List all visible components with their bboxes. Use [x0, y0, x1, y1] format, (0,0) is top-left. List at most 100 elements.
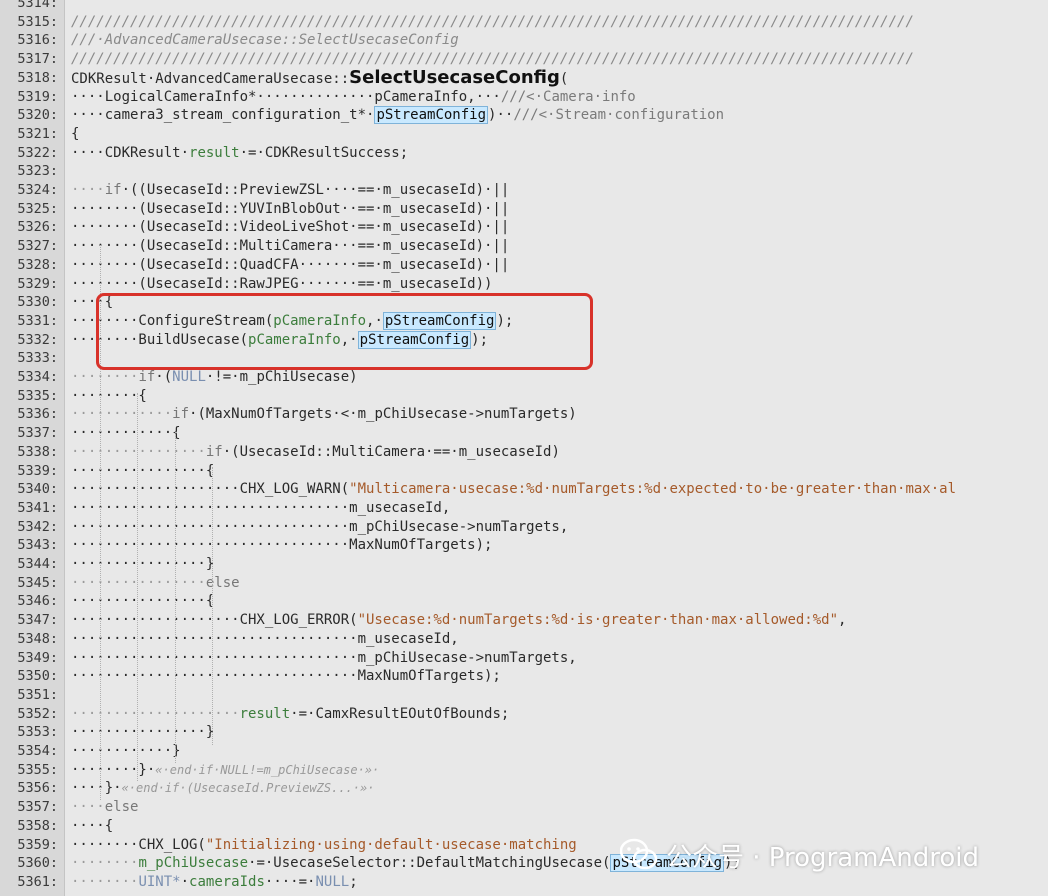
code-line[interactable]: 5341: ·································m_… — [0, 499, 1048, 518]
code-text: ·································MaxNumO… — [71, 536, 492, 555]
line-number: 5350: — [17, 668, 58, 685]
code-line[interactable]: 5361: ········UINT*·cameraIds····=·NULL; — [0, 873, 1048, 892]
code-token: ···················· — [71, 705, 240, 722]
code-line[interactable]: 5328: ········(UsecaseId::QuadCFA·······=… — [0, 256, 1048, 275]
code-text: ········UINT*·cameraIds····=·NULL; — [71, 873, 358, 892]
code-token: ········ConfigureStream( — [71, 312, 274, 329]
line-number: 5322: — [17, 144, 58, 161]
code-line[interactable]: 5357: ····else — [0, 798, 1048, 817]
code-line[interactable]: 5326: ········(UsecaseId::VideoLiveShot·=… — [0, 218, 1048, 237]
code-line[interactable]: 5343: ·································Ma… — [0, 536, 1048, 555]
code-token: ········ — [71, 873, 139, 890]
line-number: 5352: — [17, 705, 58, 722]
code-line[interactable]: 5347: ····················CHX_LOG_ERROR("… — [0, 611, 1048, 630]
code-line[interactable]: 5358: ····{ — [0, 817, 1048, 836]
line-number: 5344: — [17, 556, 58, 572]
code-token: else — [205, 574, 240, 591]
code-line[interactable]: 5337: ············{ — [0, 424, 1048, 443]
code-editor[interactable]: 5314: 5315: //////////////////////////////… — [0, 0, 1048, 896]
code-token: ····}· — [71, 780, 122, 797]
code-line[interactable]: 5348: ··································m… — [0, 630, 1048, 649]
code-token: if — [138, 369, 156, 385]
code-line[interactable]: 5353: ················} — [0, 723, 1048, 742]
code-line[interactable]: 5340: ····················CHX_LOG_WARN("M… — [0, 480, 1048, 499]
line-number: 5343: — [17, 537, 58, 554]
code-text: ················{ — [71, 592, 214, 611]
code-token: ·································MaxNumO… — [71, 537, 493, 554]
line-number: 5349: — [17, 649, 58, 666]
code-text: ····camera3_stream_configuration_t*· pStr… — [71, 106, 724, 125]
code-token: ········CHX_LOG( — [71, 836, 206, 853]
code-token: ·=·CamxResultEOutOfBounds; — [290, 705, 510, 722]
code-line[interactable]: 5346: ················{ — [0, 592, 1048, 611]
code-token: if — [205, 443, 223, 460]
code-line[interactable]: 5335: ········{ — [0, 387, 1048, 406]
line-number: 5334: — [17, 369, 58, 385]
code-line[interactable]: 5338: ················if·(UsecaseId::Mult… — [0, 443, 1048, 462]
code-line[interactable]: 5320: ····camera3_stream_configuration_t*… — [0, 106, 1048, 125]
code-token: ·(MaxNumOfTargets·<·m_pChiUsecase->numTa… — [189, 406, 577, 423]
code-line[interactable]: 5323: — [0, 162, 1048, 181]
watermark: 公众号 · ProgramAndroid — [619, 835, 979, 875]
code-line[interactable]: 5342: ·································m_… — [0, 518, 1048, 537]
code-text: ····{ — [71, 293, 113, 312]
indent-guide — [175, 430, 176, 763]
code-line[interactable]: 5344: ················} — [0, 555, 1048, 574]
code-line[interactable]: 5345: ················else — [0, 574, 1048, 593]
code-line[interactable]: 5315: ///////////////////////////////////… — [0, 13, 1048, 32]
code-token: NULL — [315, 873, 350, 890]
code-token: ////////////////////////////////////////… — [71, 51, 914, 68]
code-line[interactable]: 5354: ············} — [0, 742, 1048, 761]
code-token: ( — [559, 70, 569, 87]
code-line[interactable]: 5318: CDKResult·AdvancedCameraUsecase::Se… — [0, 66, 1048, 88]
code-line[interactable]: 5356: ····}·«·end·if·(UsecaseId.PreviewZS… — [0, 779, 1048, 798]
code-token: ///<·Camera·info — [500, 88, 636, 105]
code-line[interactable]: 5321: { — [0, 125, 1048, 144]
code-text: ················if·(UsecaseId::MultiCame… — [71, 443, 560, 462]
code-token: ··································m_pChi… — [71, 649, 577, 666]
code-token: ·(UsecaseId::MultiCamera·==·m_usecaseId) — [222, 443, 560, 460]
code-token: ··································m_usec… — [71, 630, 459, 647]
code-line[interactable]: 5351: — [0, 686, 1048, 705]
code-line[interactable]: 5355: ········}·«·end·if·NULL!=m_pChiUsec… — [0, 761, 1048, 780]
code-line[interactable]: 5316: ///·AdvancedCameraUsecase::SelectUs… — [0, 31, 1048, 50]
code-line[interactable]: 5319: ····LogicalCameraInfo*·············… — [0, 88, 1048, 107]
code-token: · — [180, 873, 190, 890]
wechat-logo-icon — [619, 838, 658, 872]
code-line[interactable]: 5349: ··································m… — [0, 649, 1048, 668]
code-line[interactable]: 5329: ········(UsecaseId::RawJPEG·······=… — [0, 275, 1048, 294]
code-token: UINT* — [138, 873, 181, 890]
code-line[interactable]: 5327: ········(UsecaseId::MultiCamera···=… — [0, 237, 1048, 256]
line-number: 5331: — [17, 312, 58, 329]
code-text: ///·AdvancedCameraUsecase::SelectUsecase… — [71, 31, 459, 50]
code-line[interactable]: 5334: ········if·(NULL·!=·m_pChiUsecase) — [0, 368, 1048, 387]
indent-guide — [137, 393, 138, 781]
code-line[interactable]: 5350: ··································M… — [0, 667, 1048, 686]
line-number: 5328: — [17, 256, 58, 273]
code-token: pStreamConfig — [374, 106, 489, 125]
code-token: ········(UsecaseId::MultiCamera···==·m_u… — [71, 238, 510, 255]
code-line[interactable]: 5352: ····················result·=·CamxRe… — [0, 705, 1048, 724]
code-line[interactable]: 5339: ················{ — [0, 462, 1048, 481]
code-text: ·································m_pChiU… — [71, 518, 568, 537]
code-token: ········{ — [71, 387, 147, 404]
code-token: SelectUsecaseConfig — [349, 66, 560, 88]
code-token: , — [838, 612, 847, 629]
code-line[interactable]: 5314: — [0, 0, 1048, 13]
line-number: 5358: — [17, 817, 58, 834]
line-number: 5315: — [17, 13, 58, 30]
code-token: ············} — [71, 743, 181, 759]
code-line[interactable]: 5330: ····{ — [0, 293, 1048, 312]
code-token: ··································MaxNum… — [71, 668, 501, 685]
code-line[interactable]: 5336: ············if·(MaxNumOfTargets·<·m… — [0, 405, 1048, 424]
code-line[interactable]: 5325: ········(UsecaseId::YUVInBlobOut··=… — [0, 200, 1048, 219]
code-line[interactable]: 5332: ········BuildUsecase(pCameraInfo,· p… — [0, 330, 1048, 350]
code-token: ·································m_pChiU… — [71, 518, 569, 535]
line-number: 5353: — [17, 724, 58, 741]
code-line[interactable]: 5322: ····CDKResult·result·=·CDKResultSuc… — [0, 144, 1048, 163]
code-line[interactable]: 5324: ····if·((UsecaseId::PreviewZSL····=… — [0, 181, 1048, 200]
code-line[interactable]: 5333: — [0, 349, 1048, 368]
code-text: ········(UsecaseId::RawJPEG·······==·m_u… — [71, 275, 492, 294]
code-text: ········CHX_LOG("Initializing·using·defa… — [71, 836, 577, 855]
code-line[interactable]: 5331: ········ConfigureStream(pCameraInfo… — [0, 311, 1048, 331]
